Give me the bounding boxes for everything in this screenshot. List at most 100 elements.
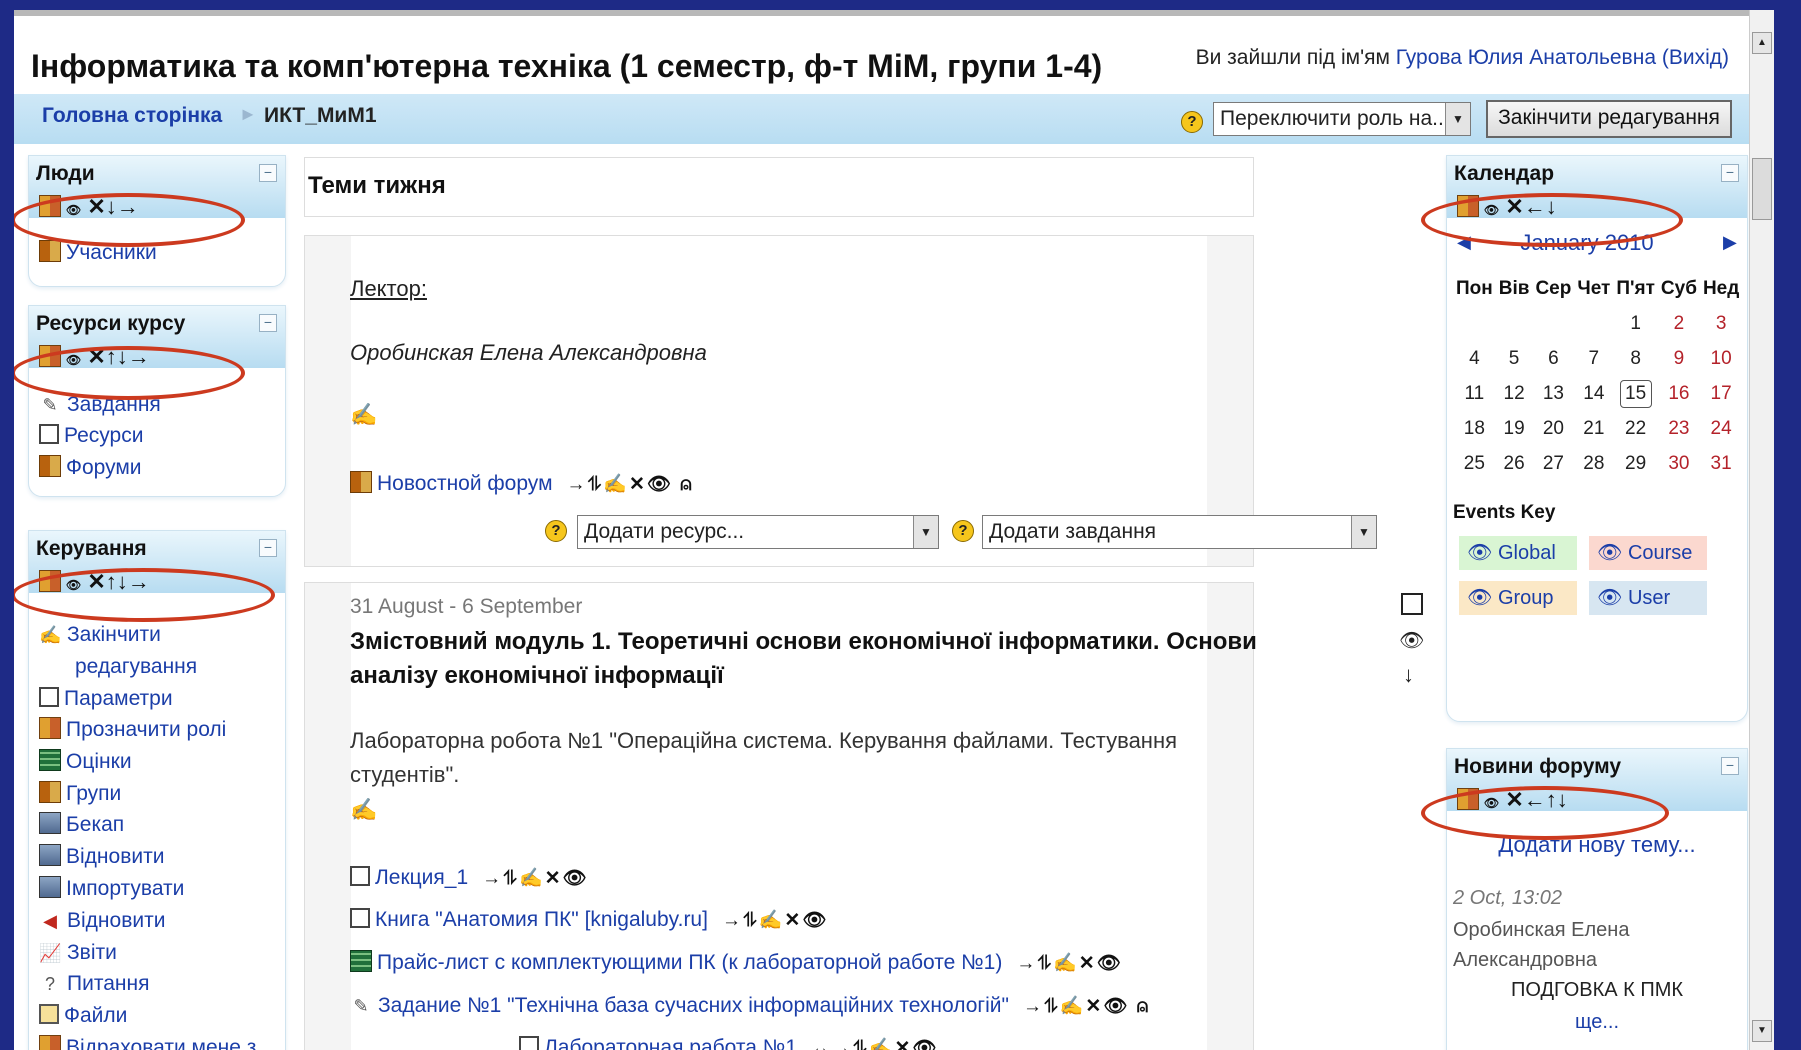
dropdown-arrow-icon[interactable]: ▼ [913, 516, 938, 548]
user-name-link[interactable]: Гурова Юлия Анатольевна [1396, 46, 1656, 69]
admin-item-questions[interactable]: ? Питання [39, 972, 149, 996]
activity-edit-controls[interactable]: →⥮✍✕👁 ⍝ [1023, 996, 1150, 1017]
finish-editing-button[interactable]: Закінчити редагування [1486, 100, 1732, 138]
post-more-link[interactable]: ще... [1447, 1011, 1747, 1034]
activity-link-lab[interactable]: Лабораторная работа №1 ↔→⥮✍✕👁 [519, 1036, 939, 1050]
calendar-day[interactable]: 16 [1658, 376, 1700, 411]
admin-item-assign-roles[interactable]: Прозначити ролі [39, 717, 226, 742]
login-info: Ви зайшли під ім'ям Гурова Юлия Анатолье… [1196, 46, 1729, 70]
calendar-day[interactable]: 4 [1453, 341, 1496, 376]
calendar-day[interactable]: 18 [1453, 411, 1496, 446]
admin-item-settings[interactable]: Параметри [39, 687, 173, 711]
calendar-day[interactable]: 11 [1453, 376, 1496, 411]
post-title[interactable]: ПОДГОВКА К ПМК [1447, 979, 1747, 1002]
activity-link-book[interactable]: Книга "Анатомия ПК" [knigaluby.ru] →⥮✍✕👁 [350, 908, 828, 932]
switch-role-select[interactable]: Переключити роль на... ▼ [1213, 102, 1471, 136]
resources-item-forums[interactable]: Форуми [39, 455, 142, 480]
activity-link-pricelist[interactable]: Прайс-лист с комплектующими ПК (к лабора… [350, 950, 1123, 975]
dropdown-arrow-icon[interactable]: ▼ [1351, 516, 1376, 548]
calendar-day[interactable]: 7 [1574, 341, 1613, 376]
collapse-icon[interactable]: − [1721, 757, 1739, 775]
event-key-global[interactable]: 👁 Global [1459, 536, 1577, 570]
section-dates: 31 August - 6 September [350, 595, 583, 618]
calendar-day[interactable]: 6 [1532, 341, 1574, 376]
activity-edit-controls[interactable]: →⥮✍✕👁 [482, 868, 589, 889]
calendar-day[interactable]: 24 [1700, 411, 1742, 446]
admin-item-unenrol[interactable]: Відраховати мене з [39, 1035, 256, 1050]
scroll-up-icon[interactable]: ▲ [1752, 32, 1772, 54]
admin-item-reports[interactable]: 📈 Звіти [39, 941, 117, 965]
activity-link-lecture[interactable]: Лекция_1 →⥮✍✕👁 [350, 866, 589, 890]
calendar-day[interactable]: 14 [1574, 376, 1613, 411]
vertical-scrollbar[interactable]: ▲ ▼ [1749, 10, 1774, 1050]
admin-item-groups[interactable]: Групи [39, 781, 121, 806]
edit-summary-icon[interactable]: ✍ [350, 797, 377, 823]
calendar-day[interactable]: 3 [1700, 306, 1742, 341]
admin-item-restore[interactable]: Відновити [39, 844, 164, 869]
resources-item-resources[interactable]: Ресурси [39, 424, 143, 448]
calendar-day[interactable]: 31 [1700, 446, 1742, 481]
calendar-day[interactable]: 10 [1700, 341, 1742, 376]
event-key-group[interactable]: 👁 Group [1459, 581, 1577, 615]
show-hide-eye-icon[interactable]: 👁 [1399, 628, 1424, 653]
activity-edit-controls[interactable]: →⥮✍✕👁 [1016, 953, 1123, 974]
news-block-title: Новини форуму [1454, 755, 1622, 778]
help-icon[interactable]: ? [1181, 111, 1203, 133]
admin-item-reset[interactable]: ◀ Відновити [39, 909, 165, 933]
eye-icon: 👁 [1597, 542, 1628, 564]
collapse-icon[interactable]: − [259, 314, 277, 332]
calendar-day[interactable]: 17 [1700, 376, 1742, 411]
calendar-day[interactable]: 29 [1613, 446, 1658, 481]
move-down-arrow-icon[interactable]: ↓ [1403, 662, 1414, 688]
calendar-day[interactable]: 23 [1658, 411, 1700, 446]
calendar-day[interactable]: 21 [1574, 411, 1613, 446]
admin-item-import[interactable]: Імпортувати [39, 876, 184, 901]
admin-item-files[interactable]: Файли [39, 1004, 127, 1028]
calendar-day[interactable]: 28 [1574, 446, 1613, 481]
activity-label: Задание №1 "Технічна база сучасних інфор… [378, 994, 1009, 1017]
calendar-day[interactable]: 12 [1496, 376, 1533, 411]
admin-item-finish-editing[interactable]: ✍ Закінчити [39, 623, 161, 647]
admin-item-finish-editing-cont[interactable]: редагування [75, 655, 197, 679]
calendar-day[interactable]: 15 [1613, 376, 1658, 411]
highlight-checkbox-icon[interactable] [1401, 593, 1423, 615]
calendar-day[interactable]: 8 [1613, 341, 1658, 376]
scroll-down-icon[interactable]: ▼ [1752, 1020, 1772, 1042]
collapse-icon[interactable]: − [1721, 164, 1739, 182]
grades-icon [39, 749, 61, 772]
event-key-user[interactable]: 👁 User [1589, 581, 1707, 615]
activity-edit-controls[interactable]: →⥮✍✕👁 ⍝ [567, 474, 694, 495]
news-forum-link[interactable]: Новостной форум →⥮✍✕👁 ⍝ [350, 471, 694, 496]
calendar-day[interactable]: 13 [1532, 376, 1574, 411]
calendar-day[interactable]: 5 [1496, 341, 1533, 376]
breadcrumb-home[interactable]: Головна сторінка [42, 104, 222, 128]
calendar-day[interactable]: 22 [1613, 411, 1658, 446]
logout-link[interactable]: (Вихід) [1662, 46, 1729, 69]
calendar-day[interactable]: 27 [1532, 446, 1574, 481]
dropdown-arrow-icon[interactable]: ▼ [1445, 103, 1470, 135]
activity-edit-controls[interactable]: →⥮✍✕👁 [722, 910, 829, 931]
calendar-day[interactable]: 2 [1658, 306, 1700, 341]
calendar-day[interactable]: 25 [1453, 446, 1496, 481]
add-resource-select[interactable]: Додати ресурс... ▼ [577, 515, 939, 549]
next-month-icon[interactable]: ▶ [1723, 232, 1737, 253]
scrollbar-thumb[interactable] [1752, 158, 1772, 220]
calendar-day[interactable]: 19 [1496, 411, 1533, 446]
calendar-day[interactable]: 9 [1658, 341, 1700, 376]
item-label: Ресурси [64, 424, 144, 447]
admin-item-backup[interactable]: Бекап [39, 812, 124, 837]
activity-link-assignment[interactable]: ✎ Задание №1 "Технічна база сучасних інфо… [350, 994, 1150, 1018]
collapse-icon[interactable]: − [259, 539, 277, 557]
help-icon[interactable]: ? [952, 520, 974, 542]
admin-item-grades[interactable]: Оцінки [39, 749, 132, 774]
edit-summary-icon[interactable]: ✍ [350, 402, 377, 428]
calendar-day[interactable]: 30 [1658, 446, 1700, 481]
help-icon[interactable]: ? [545, 520, 567, 542]
collapse-icon[interactable]: − [259, 164, 277, 182]
activity-edit-controls[interactable]: ↔→⥮✍✕👁 [811, 1038, 939, 1050]
event-key-course[interactable]: 👁 Course [1589, 536, 1707, 570]
calendar-day[interactable]: 26 [1496, 446, 1533, 481]
calendar-day[interactable]: 20 [1532, 411, 1574, 446]
calendar-day[interactable]: 1 [1613, 306, 1658, 341]
add-task-select[interactable]: Додати завдання ▼ [982, 515, 1377, 549]
